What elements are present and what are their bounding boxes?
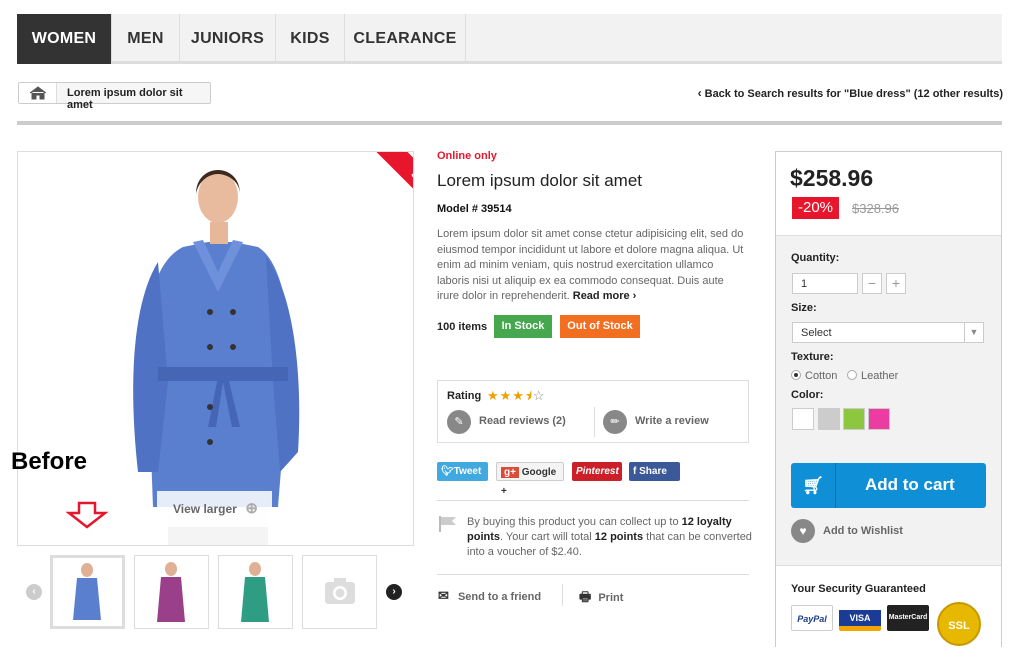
comment-icon: ✎ (447, 410, 471, 434)
google-plus-icon: g+ (501, 467, 519, 478)
online-only-label: Online only (437, 150, 497, 162)
back-link-label: Back to Search results for "Blue dress" … (704, 88, 1003, 100)
quantity-input[interactable]: 1 (792, 273, 858, 294)
mastercard-logo: MasterCard (887, 605, 929, 631)
chevron-left-icon: ‹ (697, 86, 702, 100)
tab-clearance[interactable]: CLEARANCE (345, 14, 466, 64)
visa-logo: VISA (839, 605, 881, 631)
model-illustration (133, 170, 300, 545)
heart-icon: ♥ (791, 519, 815, 543)
paypal-logo: PayPal (791, 605, 833, 631)
price-panel: $258.96 -20% $328.96 (776, 152, 1001, 236)
tab-women[interactable]: WOMEN (17, 14, 112, 64)
color-label: Color: (791, 389, 824, 401)
out-of-stock-badge: Out of Stock (560, 315, 640, 338)
in-stock-badge: In Stock (494, 315, 552, 338)
tab-kids[interactable]: KIDS (276, 14, 345, 64)
chevron-down-icon: ▼ (964, 323, 983, 342)
security-panel: Your Security Guaranteed PayPal VISA Mas… (776, 565, 1001, 647)
tweet-button[interactable]: 🐦︎Tweet (437, 462, 488, 481)
product-main-image[interactable]: SALE (17, 151, 414, 546)
write-review-link[interactable]: Write a review (635, 415, 709, 427)
zoom-icon: ⊕ (245, 500, 258, 517)
old-price: $328.96 (852, 201, 899, 216)
security-title: Your Security Guaranteed (791, 583, 926, 595)
divider (17, 121, 1002, 125)
pencil-icon: ✏ (603, 410, 627, 434)
divider (437, 574, 749, 575)
annotation-before: Before (11, 448, 88, 475)
model-number: Model # 39514 (437, 203, 512, 215)
view-larger-button[interactable]: View larger ⊕ (157, 491, 272, 527)
read-reviews-link[interactable]: Read reviews (2) (479, 415, 566, 427)
print-link[interactable]: 🖶︎ Print (579, 588, 623, 610)
size-label: Size: (791, 302, 817, 314)
add-to-cart-button[interactable]: 🛒︎ Add to cart (791, 463, 986, 508)
flag-icon (439, 516, 456, 532)
items-count: 100 items (437, 321, 488, 333)
tab-men[interactable]: MEN (112, 14, 180, 64)
thumb-next-button[interactable]: › (386, 584, 402, 600)
color-swatch-green[interactable] (843, 408, 865, 430)
texture-option-cotton[interactable]: Cotton (791, 370, 837, 382)
thumb-prev-button[interactable]: ‹ (26, 584, 42, 600)
divider (437, 500, 749, 501)
twitter-icon: 🐦︎ (441, 466, 454, 477)
envelope-icon: ✉ (438, 588, 449, 603)
thumbnail-placeholder[interactable] (302, 555, 377, 629)
pinterest-button[interactable]: Pinterest (572, 462, 622, 481)
color-swatch-pink[interactable] (868, 408, 890, 430)
printer-icon: 🖶︎ (579, 589, 592, 604)
quantity-increase-button[interactable]: + (886, 273, 906, 294)
read-more-link[interactable]: Read more › (573, 290, 637, 302)
ssl-badge: SSL (937, 602, 981, 646)
loyalty-info: By buying this product you can collect u… (467, 516, 752, 558)
texture-label: Texture: (791, 351, 834, 363)
product-description: Lorem ipsum dolor sit amet conse ctetur … (437, 227, 747, 305)
send-to-friend-link[interactable]: ✉ Send to a friend (438, 588, 541, 604)
color-swatch-gray[interactable] (818, 408, 840, 430)
arrow-down-icon (65, 501, 109, 529)
camera-icon (325, 578, 355, 604)
cart-icon: 🛒︎ (791, 463, 836, 508)
texture-option-leather[interactable]: Leather (847, 370, 898, 382)
add-to-wishlist-link[interactable]: ♥ Add to Wishlist (791, 519, 903, 543)
quantity-decrease-button[interactable]: − (862, 273, 882, 294)
view-larger-label: View larger (173, 502, 237, 516)
price: $258.96 (790, 165, 874, 191)
color-swatch-white[interactable] (792, 408, 814, 430)
category-nav: WOMEN MEN JUNIORS KIDS CLEARANCE (17, 14, 1002, 64)
back-to-results-link[interactable]: ‹ Back to Search results for "Blue dress… (698, 86, 1003, 100)
home-icon[interactable] (19, 83, 57, 103)
discount-badge: -20% (792, 197, 839, 219)
thumbnail-purple[interactable] (134, 555, 209, 629)
rating-box: Rating ★★★⯨☆ ✎ Read reviews (2) ✏ Write … (437, 380, 749, 443)
buy-box: $258.96 -20% $328.96 Quantity: 1 − + Siz… (775, 151, 1002, 647)
tab-juniors[interactable]: JUNIORS (180, 14, 276, 64)
google-plus-button[interactable]: g+ Google + (496, 462, 564, 497)
rating-label: Rating (447, 390, 482, 402)
thumbnail-green[interactable] (218, 555, 293, 629)
quantity-label: Quantity: (791, 252, 840, 264)
thumbnail-blue[interactable] (50, 555, 125, 629)
breadcrumb: Lorem ipsum dolor sit amet (18, 82, 211, 111)
product-title: Lorem ipsum dolor sit amet (437, 171, 643, 190)
facebook-share-button[interactable]: f Share (629, 462, 680, 481)
rating-stars: ★★★⯨☆ (487, 388, 546, 403)
breadcrumb-current[interactable]: Lorem ipsum dolor sit amet (67, 87, 210, 111)
size-select-value: Select (801, 327, 832, 339)
size-select[interactable]: Select ▼ (792, 322, 984, 343)
